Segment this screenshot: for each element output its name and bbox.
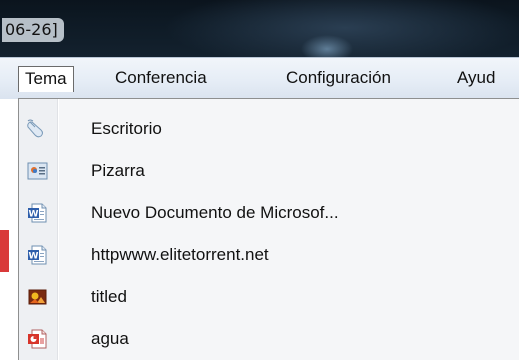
dropdown-item-label: agua xyxy=(91,329,129,348)
title-bar[interactable]: 06-26] xyxy=(0,0,519,57)
dropdown-item-nuevo-documento[interactable]: W Nuevo Documento de Microsof... xyxy=(19,193,519,233)
dropdown-item-label: titled xyxy=(91,287,127,306)
dropdown-item-label: Nuevo Documento de Microsof... xyxy=(91,203,339,222)
menu-ayuda[interactable]: Ayud xyxy=(451,66,501,92)
svg-text:W: W xyxy=(29,252,39,262)
dropdown-item-titled[interactable]: titled xyxy=(19,277,519,317)
dropdown-item-escritorio[interactable]: Escritorio xyxy=(19,109,519,149)
dropdown-item-label: Pizarra xyxy=(91,161,145,180)
application-window: 06-26] Tema Conferencia Configuración Ay… xyxy=(0,0,519,360)
window-title: 06-26] xyxy=(2,18,64,42)
presentation-file-icon xyxy=(27,329,49,349)
mouse-icon xyxy=(27,119,49,139)
menu-bar: Tema Conferencia Configuración Ayud xyxy=(0,57,519,99)
image-file-icon xyxy=(27,287,49,307)
dropdown-item-agua[interactable]: agua xyxy=(19,319,519,359)
dropdown-item-elitetorrent[interactable]: W httpwww.elitetorrent.net xyxy=(19,235,519,275)
menu-conferencia[interactable]: Conferencia xyxy=(109,66,213,92)
background-red-mark xyxy=(0,230,9,272)
menu-tema[interactable]: Tema xyxy=(18,66,74,92)
whiteboard-icon xyxy=(27,161,49,181)
tema-dropdown-menu: Escritorio Pizarra W Nuevo Documento de … xyxy=(18,98,519,360)
word-document-icon: W xyxy=(27,245,49,265)
dropdown-item-label: Escritorio xyxy=(91,119,162,138)
menu-configuracion[interactable]: Configuración xyxy=(280,66,397,92)
svg-text:W: W xyxy=(29,210,39,220)
dropdown-item-label: httpwww.elitetorrent.net xyxy=(91,245,269,264)
dropdown-item-pizarra[interactable]: Pizarra xyxy=(19,151,519,191)
word-document-icon: W xyxy=(27,203,49,223)
